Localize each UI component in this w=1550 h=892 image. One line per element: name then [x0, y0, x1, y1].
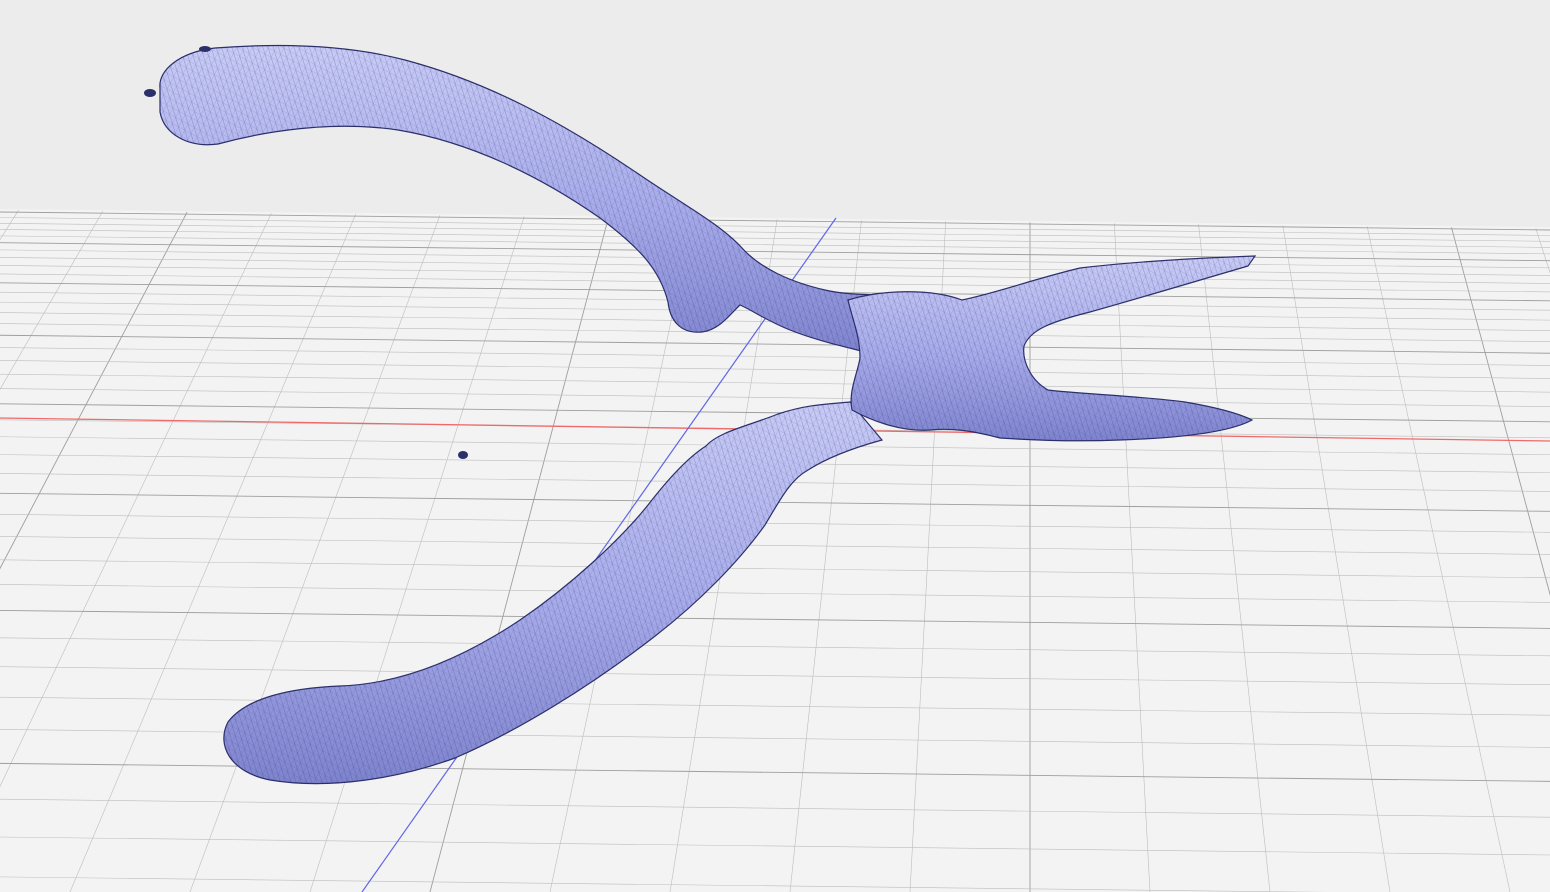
- mesh-fragment: [199, 46, 211, 52]
- scene-canvas[interactable]: [0, 0, 1550, 892]
- mesh-fragment: [144, 89, 156, 97]
- 3d-viewport[interactable]: [0, 0, 1550, 892]
- mesh-fragment: [458, 451, 468, 459]
